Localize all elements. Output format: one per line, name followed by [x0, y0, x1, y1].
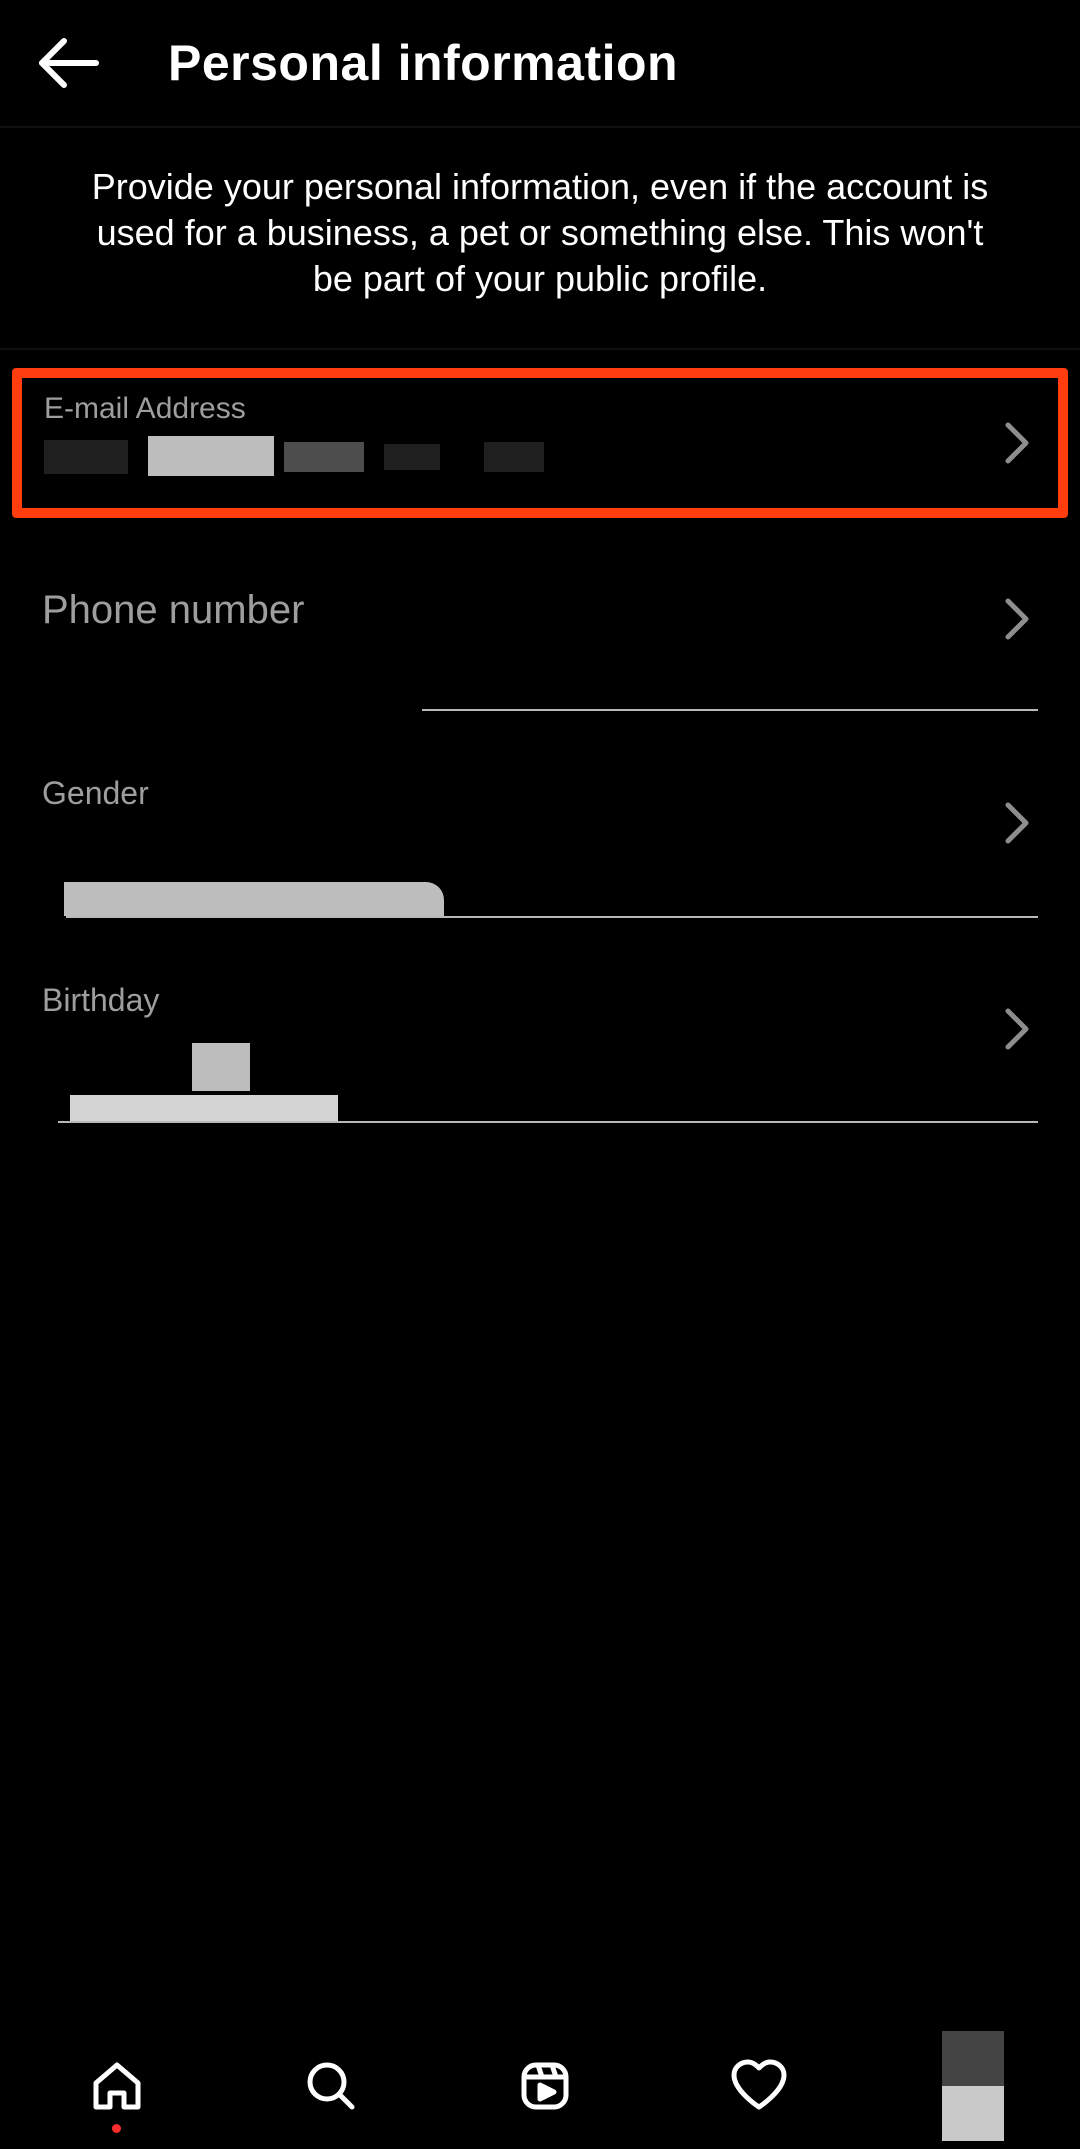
email-label: E-mail Address	[44, 392, 1036, 426]
nav-activity[interactable]	[652, 2022, 866, 2149]
birthday-label: Birthday	[42, 982, 1038, 1019]
page-description: Provide your personal information, even …	[0, 128, 1080, 350]
phone-label: Phone number	[42, 588, 1038, 633]
row-birthday[interactable]: Birthday	[12, 926, 1068, 1131]
row-phone[interactable]: Phone number	[12, 518, 1068, 719]
home-icon	[88, 2057, 146, 2115]
nav-profile[interactable]	[866, 2022, 1080, 2149]
chevron-right-icon	[1004, 801, 1030, 845]
back-button[interactable]	[28, 23, 108, 103]
bottom-nav	[0, 2021, 1080, 2149]
search-icon	[302, 2057, 360, 2115]
notification-dot	[112, 2124, 121, 2133]
nav-reels[interactable]	[438, 2022, 652, 2149]
phone-value	[42, 651, 1038, 711]
nav-home[interactable]	[10, 2022, 224, 2149]
gender-value-redacted	[42, 830, 1038, 918]
nav-search[interactable]	[224, 2022, 438, 2149]
arrow-left-icon	[36, 37, 100, 89]
personal-information-screen: Personal information Provide your person…	[0, 0, 1080, 2149]
gender-label: Gender	[42, 775, 1038, 812]
page-title: Personal information	[168, 34, 678, 92]
chevron-right-icon	[1004, 421, 1030, 465]
reels-icon	[516, 2057, 574, 2115]
row-gender[interactable]: Gender	[12, 719, 1068, 926]
email-value-redacted	[44, 432, 1036, 478]
heart-icon	[728, 2057, 790, 2115]
chevron-right-icon	[1004, 597, 1030, 641]
settings-list: E-mail Address Phone number	[0, 350, 1080, 2021]
row-email[interactable]: E-mail Address	[12, 368, 1068, 518]
chevron-right-icon	[1004, 1007, 1030, 1051]
header-bar: Personal information	[0, 0, 1080, 128]
birthday-value-redacted	[42, 1037, 1038, 1123]
profile-thumbnail	[942, 2031, 1004, 2141]
